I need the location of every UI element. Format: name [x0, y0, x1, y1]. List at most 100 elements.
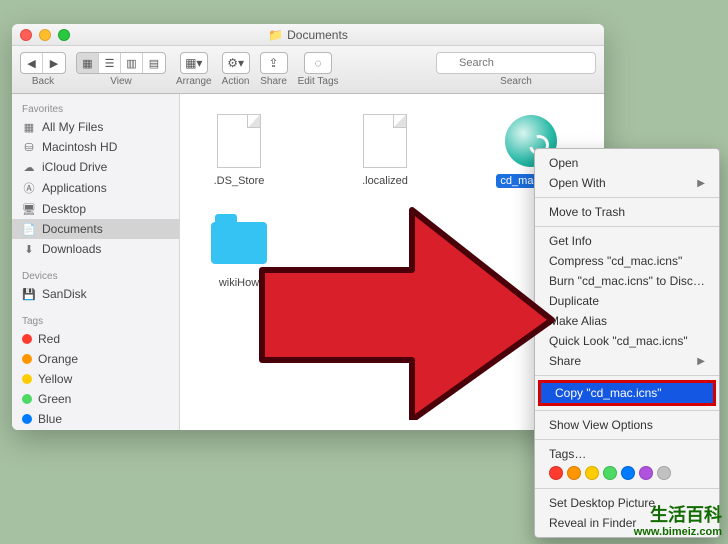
view-group: ▦ ☰ ▥ ▤ View [76, 52, 166, 87]
context-menu: Open Open With▶ Move to Trash Get Info C… [534, 148, 720, 538]
cloud-icon: ☁ [22, 161, 36, 174]
sidebar-section-devices: Devices [12, 267, 179, 284]
tag-dot-blue [22, 414, 32, 424]
share-group: ⇪ Share [260, 52, 288, 87]
file-item[interactable]: wikiHow [196, 214, 282, 290]
ctx-open-with[interactable]: Open With▶ [535, 173, 719, 193]
back-forward: ◀ ▶ [20, 52, 66, 74]
sidebar-tag-green[interactable]: Green [12, 389, 179, 409]
sidebar-tag-orange[interactable]: Orange [12, 349, 179, 369]
folder-icon: 📁 [268, 28, 283, 42]
sidebar-tag-blue[interactable]: Blue [12, 409, 179, 429]
sidebar-tag-red[interactable]: Red [12, 329, 179, 349]
tag-orange-button[interactable] [567, 466, 581, 480]
toolbar: ◀ ▶ Back ▦ ☰ ▥ ▤ View ▦▾ Arrange ⚙▾ Acti… [12, 46, 604, 94]
all-my-files-icon: ▦ [22, 121, 36, 134]
ctx-tag-colors [535, 464, 719, 484]
list-view-button[interactable]: ☰ [99, 53, 121, 73]
gallery-view-button[interactable]: ▤ [143, 53, 165, 73]
tag-dot-orange [22, 354, 32, 364]
sidebar-item-macintosh-hd[interactable]: ⛁Macintosh HD [12, 137, 179, 157]
forward-button[interactable]: ▶ [43, 53, 65, 73]
file-item[interactable]: .DS_Store [196, 112, 282, 188]
ctx-separator [535, 226, 719, 227]
ctx-share[interactable]: Share▶ [535, 351, 719, 371]
documents-icon: 📄 [22, 223, 36, 236]
ctx-tags[interactable]: Tags… [535, 444, 719, 464]
ctx-get-info[interactable]: Get Info [535, 231, 719, 251]
arrange-button[interactable]: ▦▾ [180, 52, 208, 74]
minimize-window-button[interactable] [39, 29, 51, 41]
sidebar-section-tags: Tags [12, 312, 179, 329]
highlight-box: Copy "cd_mac.icns" [538, 380, 716, 406]
search-input[interactable] [436, 52, 596, 74]
finder-window: 📁Documents ◀ ▶ Back ▦ ☰ ▥ ▤ View ▦▾ Arra… [12, 24, 604, 430]
ctx-separator [535, 197, 719, 198]
zoom-window-button[interactable] [58, 29, 70, 41]
tag-dot-red [22, 334, 32, 344]
ctx-open[interactable]: Open [535, 153, 719, 173]
submenu-arrow-icon: ▶ [697, 178, 705, 189]
sidebar: Favorites ▦All My Files ⛁Macintosh HD ☁i… [12, 94, 180, 430]
sidebar-item-applications[interactable]: ⒶApplications [12, 177, 179, 199]
desktop-icon: 🖥 [22, 203, 36, 216]
ctx-compress[interactable]: Compress "cd_mac.icns" [535, 251, 719, 271]
ctx-separator [535, 375, 719, 376]
file-item[interactable]: .localized [342, 112, 428, 188]
sidebar-item-icloud-drive[interactable]: ☁iCloud Drive [12, 157, 179, 177]
sidebar-item-desktop[interactable]: 🖥Desktop [12, 199, 179, 219]
tag-purple-button[interactable] [639, 466, 653, 480]
folder-icon [211, 222, 267, 264]
view-switcher: ▦ ☰ ▥ ▤ [76, 52, 166, 74]
tag-blue-button[interactable] [621, 466, 635, 480]
edit-tags-group: ◌ Edit Tags [298, 52, 339, 87]
apps-icon: Ⓐ [22, 180, 36, 196]
sidebar-tag-yellow[interactable]: Yellow [12, 369, 179, 389]
file-label: .DS_Store [210, 174, 269, 188]
back-button[interactable]: ◀ [21, 53, 43, 73]
document-icon [363, 114, 407, 168]
tag-yellow-button[interactable] [585, 466, 599, 480]
action-group: ⚙▾ Action [222, 52, 250, 87]
file-label: .localized [358, 174, 412, 188]
titlebar: 📁Documents [12, 24, 604, 46]
ctx-show-view-options[interactable]: Show View Options [535, 415, 719, 435]
window-title: 📁Documents [12, 28, 604, 42]
downloads-icon: ⬇ [22, 243, 36, 256]
tag-green-button[interactable] [603, 466, 617, 480]
window-controls [20, 29, 70, 41]
action-button[interactable]: ⚙▾ [222, 52, 250, 74]
back-forward-group: ◀ ▶ Back [20, 52, 66, 87]
ctx-move-to-trash[interactable]: Move to Trash [535, 202, 719, 222]
file-label: wikiHow [215, 276, 263, 290]
view-label: View [110, 76, 132, 87]
tag-dot-yellow [22, 374, 32, 384]
ctx-separator [535, 439, 719, 440]
share-button[interactable]: ⇪ [260, 52, 288, 74]
document-icon [217, 114, 261, 168]
edit-tags-button[interactable]: ◌ [304, 52, 332, 74]
arrange-group: ▦▾ Arrange [176, 52, 212, 87]
column-view-button[interactable]: ▥ [121, 53, 143, 73]
sd-icon: 💾 [22, 288, 36, 301]
ctx-burn[interactable]: Burn "cd_mac.icns" to Disc… [535, 271, 719, 291]
tag-gray-button[interactable] [657, 466, 671, 480]
ctx-make-alias[interactable]: Make Alias [535, 311, 719, 331]
sidebar-item-downloads[interactable]: ⬇Downloads [12, 239, 179, 259]
sidebar-item-documents[interactable]: 📄Documents [12, 219, 179, 239]
tag-red-button[interactable] [549, 466, 563, 480]
ctx-quick-look[interactable]: Quick Look "cd_mac.icns" [535, 331, 719, 351]
icon-view-button[interactable]: ▦ [77, 53, 99, 73]
close-window-button[interactable] [20, 29, 32, 41]
sidebar-section-favorites: Favorites [12, 100, 179, 117]
ctx-duplicate[interactable]: Duplicate [535, 291, 719, 311]
submenu-arrow-icon: ▶ [697, 356, 705, 367]
sidebar-item-sandisk[interactable]: 💾SanDisk [12, 284, 179, 304]
search-group: 🔍 Search [436, 52, 596, 87]
watermark: 生活百科 www.bimeiz.com [634, 506, 722, 538]
back-label: Back [32, 76, 54, 87]
ctx-copy[interactable]: Copy "cd_mac.icns" [541, 383, 713, 403]
sidebar-item-all-my-files[interactable]: ▦All My Files [12, 117, 179, 137]
ctx-separator [535, 410, 719, 411]
hdd-icon: ⛁ [22, 141, 36, 154]
